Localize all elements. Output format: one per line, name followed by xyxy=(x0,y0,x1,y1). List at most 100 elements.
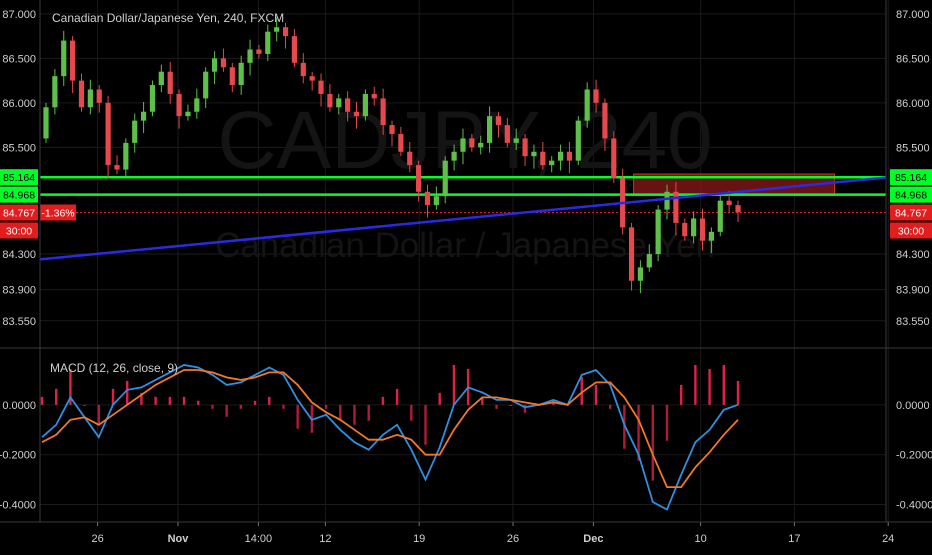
y-tick-label-right: 84.300 xyxy=(896,249,930,261)
candle-body xyxy=(513,138,519,143)
candle-body xyxy=(371,93,377,99)
x-tick-label: 19 xyxy=(413,533,425,545)
macd-histogram-bar xyxy=(495,404,498,409)
watermark-name: Canadian Dollar / Japanese Yen xyxy=(215,226,715,265)
candle-body xyxy=(318,80,324,94)
chart-title: Canadian Dollar/Japanese Yen, 240, FXCM xyxy=(52,11,284,25)
macd-histogram-bar xyxy=(438,392,441,405)
candle-body xyxy=(96,89,102,103)
y-tick-label-right: 85.500 xyxy=(896,142,930,154)
candle-body xyxy=(149,85,156,112)
candle-body xyxy=(566,151,573,161)
y-tick-label-left: 87.000 xyxy=(2,9,36,21)
x-tick-label: Dec xyxy=(583,533,603,545)
macd-histogram-bar xyxy=(381,396,385,405)
candle-body xyxy=(575,120,581,161)
candle-body xyxy=(353,111,360,117)
candle-body xyxy=(416,165,422,192)
y-tick-label-left: 85.500 xyxy=(2,142,36,154)
candle-body xyxy=(167,71,173,94)
candle-body xyxy=(185,111,191,117)
x-tick-label: 14:00 xyxy=(245,533,273,545)
macd-histogram-bar xyxy=(111,388,115,405)
candle-body xyxy=(469,138,475,148)
candle-body xyxy=(158,71,164,86)
macd-histogram-bar xyxy=(665,404,669,441)
y-tick-label-right: 83.550 xyxy=(896,316,930,328)
x-tick-label: 12 xyxy=(319,533,331,545)
macd-histogram-bar xyxy=(296,404,299,429)
candle-body xyxy=(735,205,741,213)
y-tick-label-left: 83.550 xyxy=(2,316,36,328)
macd-y-label-right: 0.0000 xyxy=(896,400,930,412)
macd-histogram-bar xyxy=(736,380,740,405)
candle-body xyxy=(211,58,218,72)
macd-histogram-bar xyxy=(40,396,44,405)
x-tick-label: 10 xyxy=(694,533,706,545)
candle-body xyxy=(611,138,617,179)
macd-y-label-left: -0.4000 xyxy=(0,500,36,512)
macd-y-label-right: -0.2000 xyxy=(896,450,932,462)
macd-histogram-bar xyxy=(452,364,456,405)
candle-body xyxy=(664,191,670,210)
candle-body xyxy=(274,27,280,32)
candle-body xyxy=(424,191,431,206)
candle-body xyxy=(70,40,76,81)
candle-body xyxy=(309,76,315,81)
chart-root: CADJPY, 240 Canadian Dollar / Japanese Y… xyxy=(0,0,932,550)
y-tick-label-left: 86.500 xyxy=(2,53,36,65)
macd-y-label-right: -0.4000 xyxy=(896,500,932,512)
macd-histogram-bar xyxy=(324,404,328,409)
candle-body xyxy=(229,67,235,86)
candle-body xyxy=(87,89,93,108)
candle-body xyxy=(717,200,723,232)
candle-body xyxy=(140,111,147,121)
level-label-left: 84.968 xyxy=(3,190,35,202)
macd-histogram-bar xyxy=(424,404,427,445)
macd-histogram-bar xyxy=(353,404,356,425)
candle-body xyxy=(478,142,484,148)
macd-histogram-bar xyxy=(708,368,711,405)
macd-histogram-bar xyxy=(126,380,129,405)
macd-histogram-bar xyxy=(55,388,58,405)
candle-body xyxy=(238,62,244,86)
x-tick-label: 24 xyxy=(882,533,894,545)
change-label: -1.36% xyxy=(41,208,74,220)
candle-body xyxy=(398,133,404,152)
candle-body xyxy=(407,151,413,166)
candle-body xyxy=(194,98,200,112)
macd-histogram-bar xyxy=(168,396,172,405)
candle-body xyxy=(176,93,182,117)
candle-body xyxy=(291,36,298,63)
chart-canvas[interactable]: CADJPY, 240 Canadian Dollar / Japanese Y… xyxy=(0,0,932,550)
candle-body xyxy=(114,165,120,170)
timer-label-left: 30:00 xyxy=(6,226,32,238)
y-tick-label-right: 87.000 xyxy=(896,9,930,21)
candle-body xyxy=(327,93,333,108)
macd-histogram-bar xyxy=(395,388,399,405)
x-tick-label: 26 xyxy=(507,533,519,545)
macd-histogram-bar xyxy=(722,364,725,405)
candle-body xyxy=(43,107,49,139)
candle-body xyxy=(61,40,67,77)
macd-histogram-bar xyxy=(694,364,697,405)
macd-histogram-bar xyxy=(282,404,285,409)
candle-body xyxy=(247,49,253,63)
timer-label-right: 30:00 xyxy=(898,226,924,238)
macd-histogram-bar xyxy=(182,396,186,405)
x-tick-label: Nov xyxy=(168,533,190,545)
candle-body xyxy=(132,120,138,143)
y-tick-label-left: 86.000 xyxy=(2,98,36,110)
candle-body xyxy=(691,218,697,237)
candle-body xyxy=(380,98,386,126)
macd-y-label-left: -0.2000 xyxy=(0,450,36,462)
candle-body xyxy=(540,151,546,166)
candle-body xyxy=(336,98,342,108)
candle-body xyxy=(451,151,457,161)
candle-body xyxy=(123,142,129,170)
candle-body xyxy=(52,76,58,108)
macd-histogram-bar xyxy=(225,404,228,417)
candle-body xyxy=(584,89,590,121)
candle-body xyxy=(256,49,262,54)
macd-histogram-bar xyxy=(608,404,612,409)
